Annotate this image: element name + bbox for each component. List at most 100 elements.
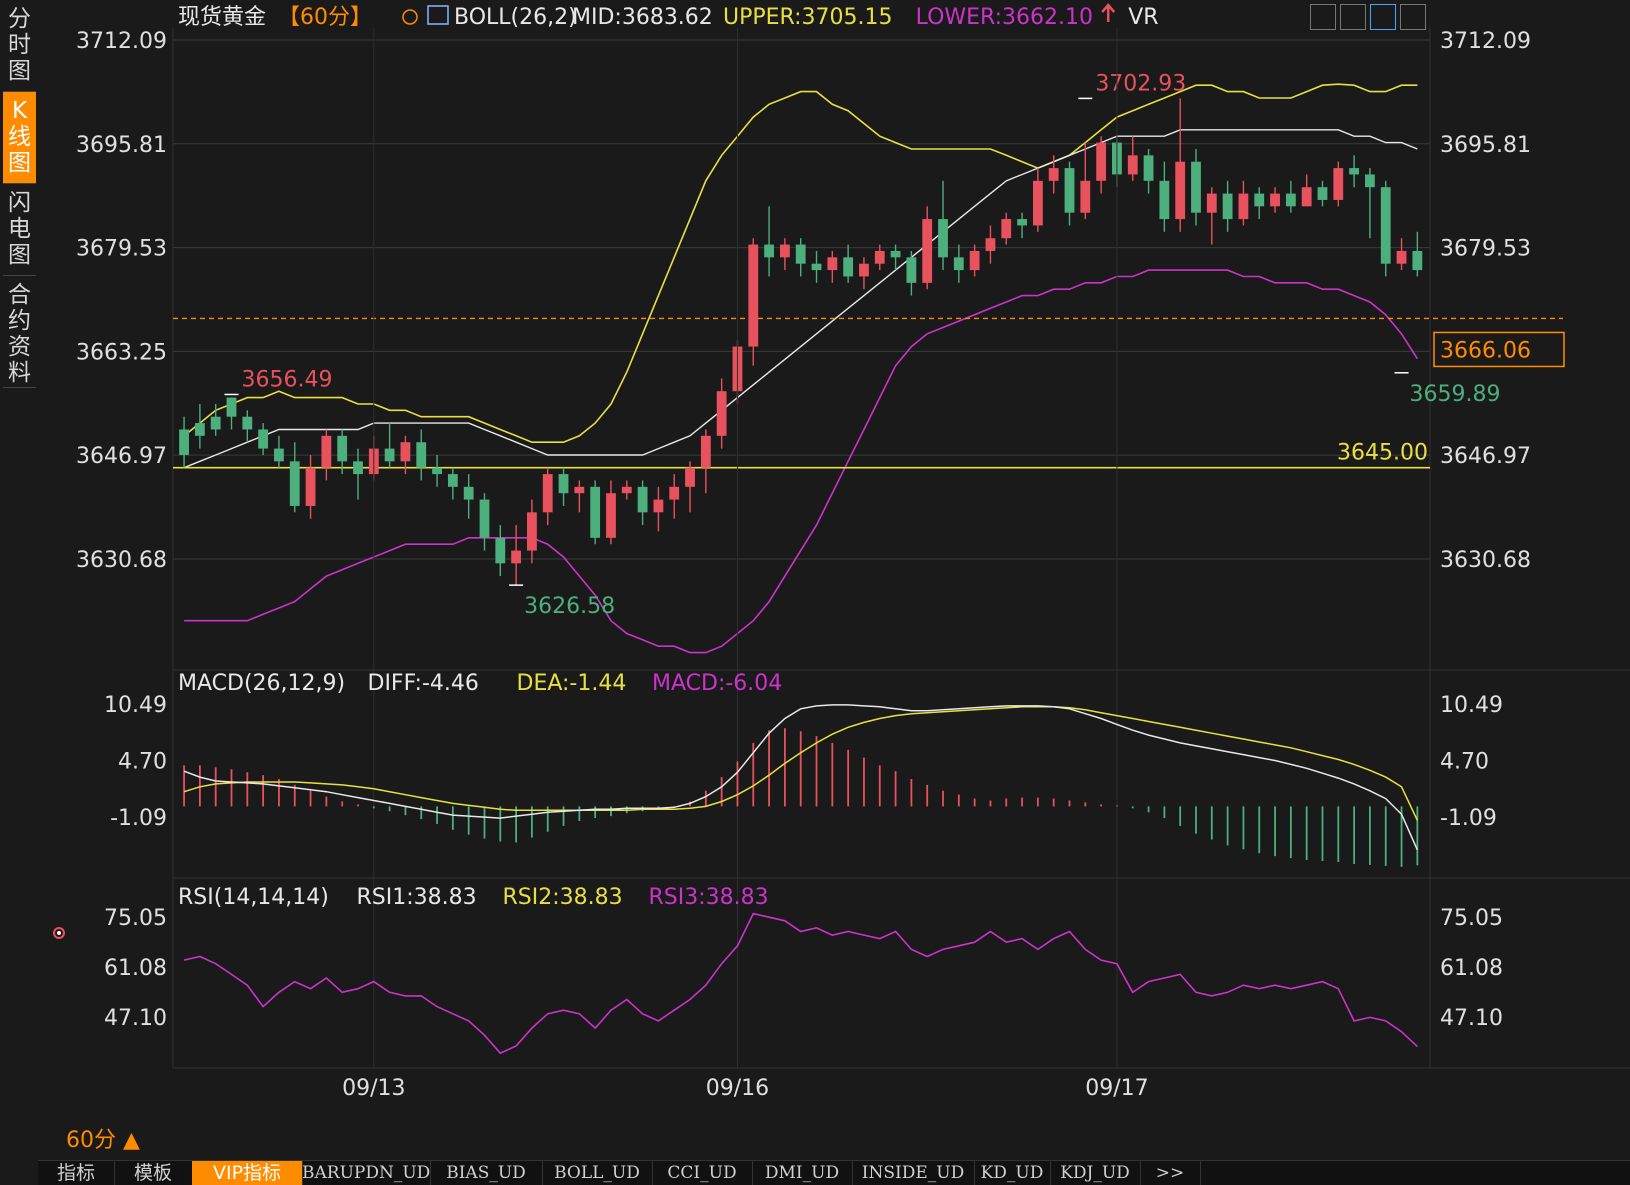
bottom-tab-5[interactable]: BOLL_UD bbox=[542, 1161, 653, 1185]
bottom-tab-1[interactable]: 模板 bbox=[114, 1161, 193, 1185]
bottom-tab-8[interactable]: INSIDE_UD bbox=[852, 1161, 975, 1185]
fullscreen-icon[interactable] bbox=[1400, 4, 1426, 30]
candle-body bbox=[558, 474, 569, 494]
candle-body bbox=[637, 486, 648, 513]
grid-icon[interactable] bbox=[1310, 4, 1336, 30]
candle-body bbox=[1317, 187, 1328, 200]
candle-body bbox=[1206, 193, 1217, 213]
candle-body bbox=[685, 467, 695, 487]
candle-body bbox=[859, 263, 869, 277]
candle-body bbox=[416, 442, 427, 468]
sidebar-tab-2[interactable]: 闪电图 bbox=[3, 184, 36, 276]
macd-header-text: DEA:-1.44 bbox=[517, 671, 627, 696]
candle-body bbox=[305, 467, 316, 506]
y-tick-right: 3712.09 bbox=[1440, 29, 1531, 54]
macd-y-tick-right: 4.70 bbox=[1440, 750, 1489, 775]
candle-body bbox=[1175, 161, 1186, 220]
bottom-tab-10[interactable]: KDJ_UD bbox=[1050, 1161, 1141, 1185]
candle-body bbox=[985, 238, 996, 251]
candle-body bbox=[1380, 187, 1391, 264]
y-tick-left: 3679.53 bbox=[76, 237, 167, 262]
bottom-tab-2[interactable]: VIP指标 bbox=[192, 1161, 303, 1185]
bar-chart-icon[interactable] bbox=[1340, 4, 1366, 30]
candle-body bbox=[827, 257, 838, 271]
extreme-label: 3702.93 bbox=[1095, 71, 1186, 96]
macd-header-text: MACD:-6.04 bbox=[652, 671, 782, 696]
candle-body bbox=[447, 474, 458, 487]
price-level-label: 3645.00 bbox=[1337, 441, 1428, 466]
candle-body bbox=[1396, 250, 1407, 264]
candle-body bbox=[1333, 168, 1344, 200]
candle-body bbox=[226, 397, 237, 417]
rsi-header-text: RSI2:38.83 bbox=[503, 885, 623, 910]
x-date-label: 09/13 bbox=[342, 1076, 405, 1101]
sidebar-tab-3[interactable]: 合约资料 bbox=[3, 276, 36, 388]
y-tick-left: 3712.09 bbox=[76, 29, 167, 54]
indicator-tab-bar: 指标 模板 VIP指标 BARUPDN_UD BIAS_UD BOLL_UD CCI_UD D… bbox=[38, 1160, 1630, 1185]
macd-y-tick-left: 4.70 bbox=[118, 750, 167, 775]
x-date-label: 09/17 bbox=[1085, 1076, 1148, 1101]
candle-body bbox=[1285, 193, 1296, 207]
candle-body bbox=[1127, 155, 1138, 175]
up-arrow-icon bbox=[1101, 3, 1116, 22]
bottom-tab-9[interactable]: KD_UD bbox=[974, 1161, 1051, 1185]
candle-body bbox=[1080, 180, 1091, 213]
rsi-line bbox=[183, 912, 1418, 1055]
candle-body bbox=[669, 486, 680, 500]
rsi-y-tick-right: 75.05 bbox=[1440, 906, 1503, 931]
candle-body bbox=[969, 250, 980, 271]
rsi-header-text: RSI1:38.83 bbox=[357, 885, 477, 910]
panel-marker-icon[interactable] bbox=[52, 926, 66, 940]
chart-header-text: 【60分】 bbox=[278, 5, 372, 30]
candle-body bbox=[400, 442, 411, 462]
boll-header-text: MID:3683.62 bbox=[572, 5, 713, 30]
candle-body bbox=[289, 461, 300, 506]
macd-y-tick-left: -1.09 bbox=[110, 806, 167, 831]
candle-body bbox=[1238, 193, 1249, 220]
candle-body bbox=[1017, 219, 1027, 226]
extreme-label: 3659.89 bbox=[1410, 382, 1501, 407]
candle-body bbox=[748, 244, 759, 347]
candle-body bbox=[953, 257, 964, 271]
extreme-label: 3656.49 bbox=[242, 367, 333, 392]
candle-body bbox=[1064, 168, 1075, 213]
period-indicator[interactable]: 60分 ▲ bbox=[66, 1122, 140, 1154]
candle-body bbox=[1032, 180, 1043, 226]
sidebar-tab-0[interactable]: 分时图 bbox=[3, 0, 36, 92]
candle-body bbox=[194, 423, 205, 436]
candle-body bbox=[1349, 168, 1360, 175]
candle-body bbox=[1222, 193, 1233, 220]
candle-body bbox=[811, 263, 822, 271]
candle-body bbox=[1301, 187, 1312, 207]
boll-header-text: BOLL(26,2) bbox=[454, 5, 577, 30]
candle-body bbox=[890, 250, 901, 258]
rsi-header-text: RSI(14,14,14) bbox=[178, 885, 329, 910]
candle-body bbox=[384, 448, 395, 462]
sidebar-tab-1[interactable]: K线图 bbox=[3, 92, 36, 184]
candle-body bbox=[764, 244, 774, 258]
rsi-y-tick-left: 61.08 bbox=[104, 956, 167, 981]
candle-body bbox=[843, 257, 854, 277]
candle-body bbox=[1191, 161, 1201, 213]
line-chart-icon[interactable] bbox=[1370, 4, 1396, 30]
candle-body bbox=[922, 219, 933, 283]
bottom-tab-6[interactable]: CCI_UD bbox=[652, 1161, 753, 1185]
bottom-tab-0[interactable]: 指标 bbox=[38, 1161, 115, 1185]
candle-body bbox=[906, 257, 917, 283]
bottom-tab-3[interactable]: BARUPDN_UD bbox=[302, 1161, 431, 1185]
bottom-tab-7[interactable]: DMI_UD bbox=[752, 1161, 853, 1185]
candle-body bbox=[179, 429, 189, 455]
bottom-tab-11[interactable]: >> bbox=[1140, 1161, 1201, 1185]
extreme-label: 3626.58 bbox=[524, 594, 615, 619]
y-tick-right: 3695.81 bbox=[1440, 133, 1531, 158]
y-tick-right: 3646.97 bbox=[1440, 444, 1531, 469]
rsi-y-tick-right: 47.10 bbox=[1440, 1006, 1503, 1031]
macd-y-tick-right: 10.49 bbox=[1440, 693, 1503, 718]
macd-header-text: MACD(26,12,9) bbox=[178, 671, 345, 696]
bottom-tab-4[interactable]: BIAS_UD bbox=[430, 1161, 543, 1185]
rsi-header-text: RSI3:38.83 bbox=[649, 885, 769, 910]
candle-body bbox=[795, 244, 806, 264]
current-price-label: 3666.06 bbox=[1440, 338, 1531, 363]
macd-y-tick-right: -1.09 bbox=[1440, 806, 1497, 831]
y-tick-left: 3663.25 bbox=[76, 340, 167, 365]
